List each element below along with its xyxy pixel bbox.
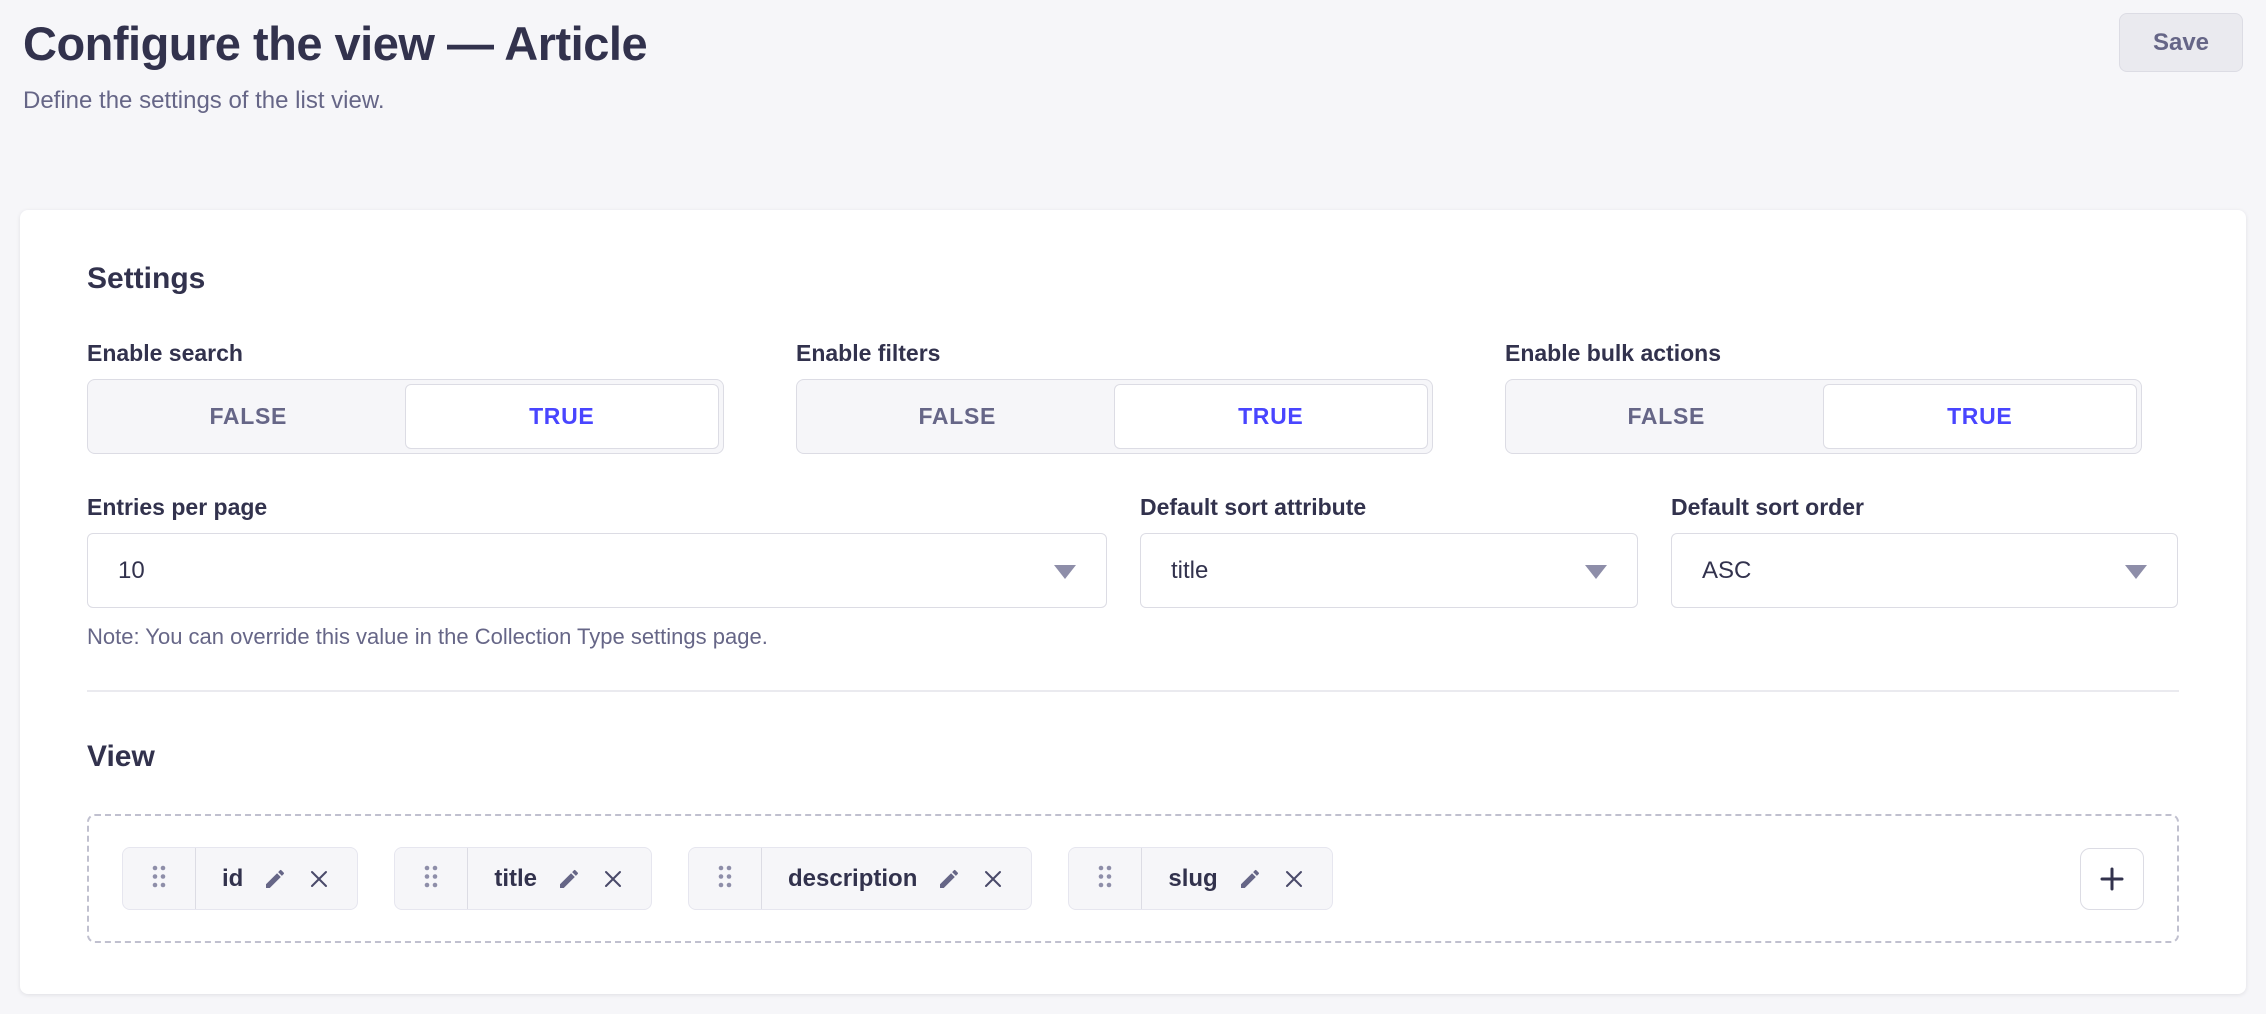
field-chip[interactable]: title <box>394 847 652 910</box>
field-chip-label: id <box>222 865 243 893</box>
field-dropzone: id title <box>87 814 2179 943</box>
page-header: Configure the view — Article Define the … <box>0 0 2266 194</box>
select-value: ASC <box>1702 557 1751 585</box>
plus-icon <box>2097 864 2127 894</box>
field-chip-label: slug <box>1168 865 1217 893</box>
toggle-field-label: Enable filters <box>796 340 1433 367</box>
toggle-option-false[interactable]: FALSE <box>1510 384 1823 449</box>
select-input[interactable]: title <box>1140 533 1638 608</box>
select-field-label: Default sort attribute <box>1140 494 1638 521</box>
remove-icon[interactable] <box>307 867 331 891</box>
toggle-field-label: Enable bulk actions <box>1505 340 2142 367</box>
select-field: Default sort attribute title <box>1140 494 1638 608</box>
chevron-down-icon <box>2125 565 2147 579</box>
boolean-toggle[interactable]: FALSE TRUE <box>87 379 724 454</box>
select-input[interactable]: 10 <box>87 533 1107 608</box>
toggle-option-true[interactable]: TRUE <box>405 384 720 449</box>
field-chip-label: description <box>788 865 917 893</box>
remove-icon[interactable] <box>1282 867 1306 891</box>
edit-pencil-icon[interactable] <box>1238 867 1262 891</box>
chevron-down-icon <box>1054 565 1076 579</box>
drag-handle[interactable] <box>1069 848 1142 909</box>
add-field-button[interactable] <box>2080 848 2144 910</box>
page-subtitle: Define the settings of the list view. <box>23 86 2243 116</box>
toggle-option-true[interactable]: TRUE <box>1114 384 1429 449</box>
select-field: Default sort order ASC <box>1671 494 2178 608</box>
remove-icon[interactable] <box>981 867 1005 891</box>
settings-panel: Settings Enable search FALSE TRUE Enable… <box>20 210 2246 994</box>
drag-handle-icon <box>1097 864 1113 894</box>
boolean-toggle[interactable]: FALSE TRUE <box>796 379 1433 454</box>
field-chip-body: title <box>468 848 651 909</box>
field-chip-body: description <box>762 848 1031 909</box>
drag-handle-icon <box>423 864 439 894</box>
toggle-field: Enable filters FALSE TRUE <box>796 340 1433 454</box>
toggle-option-false[interactable]: FALSE <box>92 384 405 449</box>
select-field-label: Entries per page <box>87 494 1107 521</box>
select-field-label: Default sort order <box>1671 494 2178 521</box>
field-chip-label: title <box>494 865 537 893</box>
select-input[interactable]: ASC <box>1671 533 2178 608</box>
remove-icon[interactable] <box>601 867 625 891</box>
field-chip[interactable]: id <box>122 847 358 910</box>
drag-handle[interactable] <box>689 848 762 909</box>
select-value: title <box>1171 557 1208 585</box>
toggle-field: Enable search FALSE TRUE <box>87 340 724 454</box>
select-value: 10 <box>118 557 145 585</box>
drag-handle[interactable] <box>395 848 468 909</box>
field-chip-body: slug <box>1142 848 1331 909</box>
selects-row: Entries per page 10 Default sort attribu… <box>87 494 2179 608</box>
save-button[interactable]: Save <box>2119 13 2243 72</box>
field-chip-body: id <box>196 848 357 909</box>
entries-note: Note: You can override this value in the… <box>87 626 2179 648</box>
field-chip[interactable]: slug <box>1068 847 1332 910</box>
boolean-toggle[interactable]: FALSE TRUE <box>1505 379 2142 454</box>
toggle-field-label: Enable search <box>87 340 724 367</box>
field-chip[interactable]: description <box>688 847 1032 910</box>
edit-pencil-icon[interactable] <box>937 867 961 891</box>
edit-pencil-icon[interactable] <box>263 867 287 891</box>
toggles-row: Enable search FALSE TRUE Enable filters … <box>87 340 2179 454</box>
toggle-option-false[interactable]: FALSE <box>801 384 1114 449</box>
drag-handle-icon <box>151 864 167 894</box>
view-heading: View <box>87 740 2179 774</box>
page-title: Configure the view — Article <box>23 16 2243 72</box>
select-field: Entries per page 10 <box>87 494 1107 608</box>
chevron-down-icon <box>1585 565 1607 579</box>
toggle-field: Enable bulk actions FALSE TRUE <box>1505 340 2142 454</box>
settings-heading: Settings <box>87 262 2179 296</box>
edit-pencil-icon[interactable] <box>557 867 581 891</box>
drag-handle[interactable] <box>123 848 196 909</box>
section-divider <box>87 690 2179 692</box>
drag-handle-icon <box>717 864 733 894</box>
toggle-option-true[interactable]: TRUE <box>1823 384 2138 449</box>
